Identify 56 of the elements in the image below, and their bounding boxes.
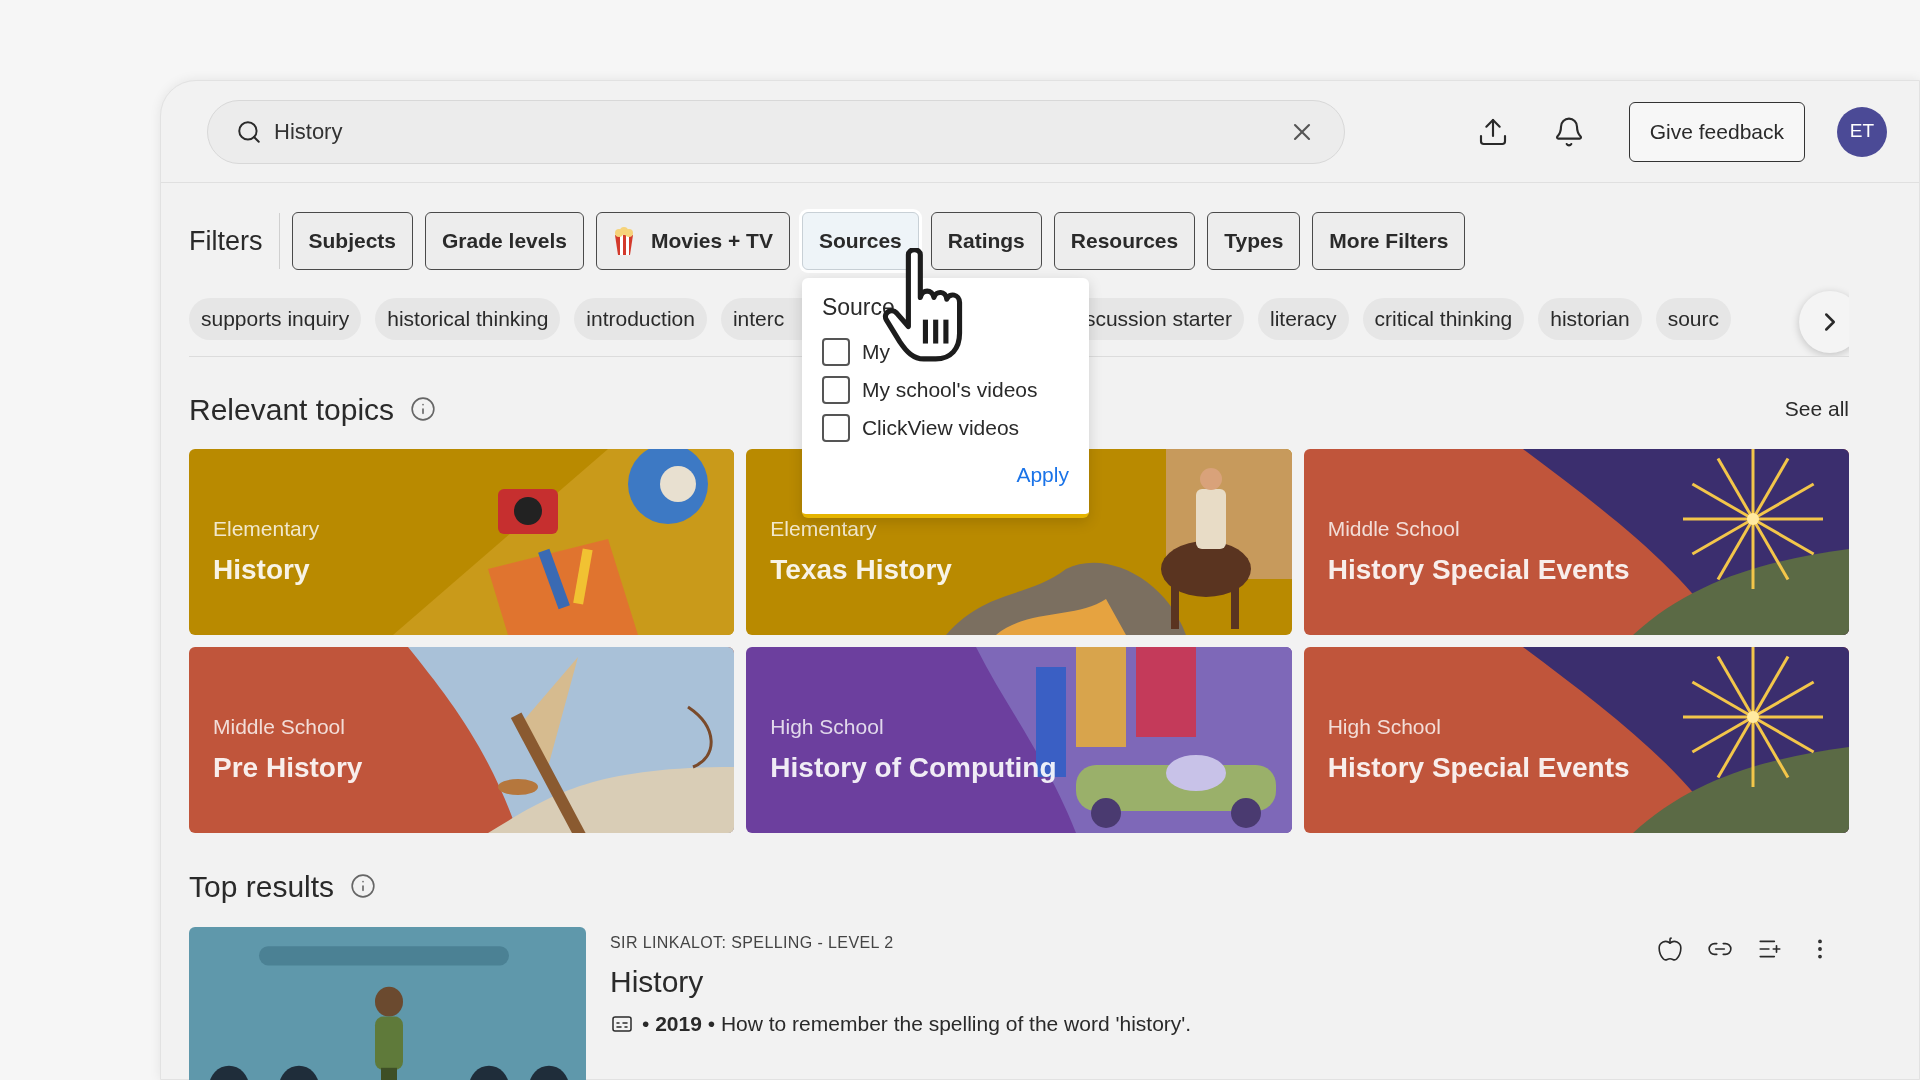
tag-chip[interactable]: sourc [1655, 297, 1731, 340]
card-level: Middle School [213, 714, 346, 741]
checkbox-label: My [861, 338, 890, 365]
search-field[interactable]: History [207, 99, 1345, 164]
result-source: SIR LINKALOT: SPELLING - LEVEL 2 [610, 933, 895, 953]
tag-chip[interactable]: literacy [1258, 297, 1349, 340]
filter-button[interactable]: Subjects [291, 212, 414, 270]
filter-button[interactable]: Grade levels [425, 212, 584, 270]
see-all-link[interactable]: See all [1784, 393, 1849, 425]
filter-button[interactable]: Sources [801, 212, 919, 270]
popcorn-icon [612, 227, 635, 255]
search-input[interactable]: History [274, 115, 1276, 148]
topic-card[interactable]: Middle School History Special Events [1303, 449, 1849, 635]
filter-button[interactable]: Movies + TV [595, 212, 790, 270]
filter-button[interactable]: Resources [1053, 212, 1196, 270]
checkbox-label: ClickView videos [861, 414, 1020, 441]
filters-label: Filters [189, 213, 280, 269]
tag-chip[interactable]: introduction [574, 297, 707, 340]
card-title: History Special Events [1327, 552, 1631, 587]
info-icon[interactable] [410, 396, 437, 422]
filter-button[interactable]: Types [1207, 212, 1301, 270]
card-level: Middle School [1327, 516, 1461, 543]
topic-card[interactable]: High School History of Computing [746, 647, 1292, 833]
section-heading: Top results [189, 868, 335, 905]
info-icon[interactable] [350, 873, 377, 899]
tag-chip[interactable]: critical thinking [1362, 297, 1525, 340]
card-level: High School [770, 714, 885, 741]
scroll-right-button[interactable] [1799, 291, 1849, 353]
tag-chip[interactable]: historical thinking [375, 297, 561, 340]
card-title: History of Computing [770, 750, 1058, 785]
topic-card[interactable]: Middle School Pre History [189, 647, 735, 833]
checkbox[interactable] [821, 375, 850, 404]
card-title: History [213, 552, 311, 587]
checkbox-label: My school's videos [861, 376, 1038, 403]
apply-link[interactable]: Apply [1016, 458, 1069, 490]
result-title[interactable]: History [610, 959, 1633, 1004]
card-title: Pre History [213, 750, 364, 785]
apple-icon[interactable] [1657, 936, 1683, 962]
checkbox[interactable] [821, 413, 850, 442]
card-level: High School [1327, 714, 1442, 741]
card-level: Elementary [770, 516, 878, 543]
topic-card[interactable]: High School History Special Events [1303, 647, 1849, 833]
tag-chip[interactable]: historian [1538, 297, 1642, 340]
filter-button[interactable]: Ratings [930, 212, 1042, 270]
feedback-button[interactable]: Give feedback [1628, 101, 1805, 162]
result-meta: • 2019 • How to remember the spelling of the word 'history'. [642, 1011, 1192, 1037]
card-level: Elementary [213, 516, 321, 543]
checkbox[interactable] [821, 337, 850, 366]
filter-button[interactable]: More Filters [1312, 212, 1466, 270]
avatar[interactable]: ET [1837, 106, 1887, 157]
card-title: Texas History [770, 552, 953, 587]
section-heading: Relevant topics [189, 391, 395, 428]
dropdown-title: Source [821, 293, 896, 322]
search-icon [236, 118, 262, 145]
tag-chip[interactable]: supports inquiry [189, 297, 362, 340]
card-title: History Special Events [1327, 750, 1631, 785]
